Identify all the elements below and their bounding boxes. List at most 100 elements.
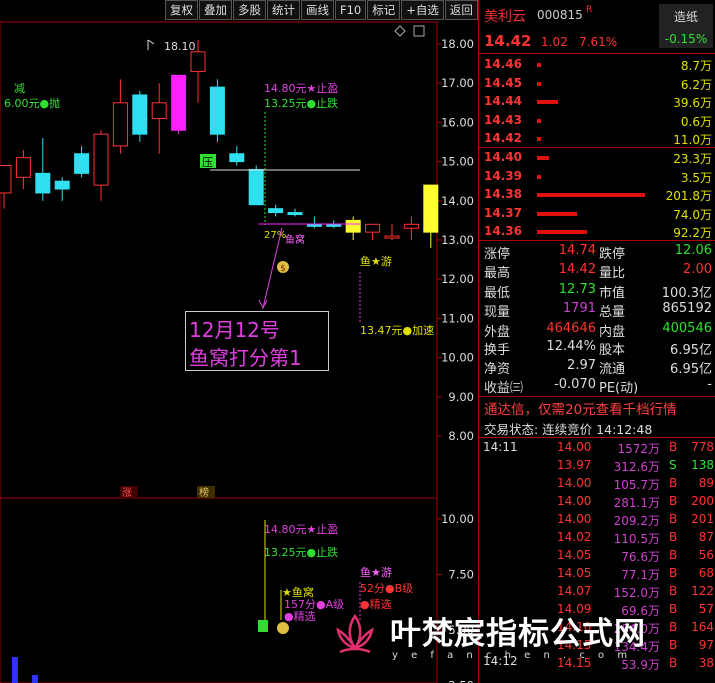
toolbar-button-7[interactable]: +自选 <box>401 0 444 20</box>
bids-row[interactable]: 14.36 92.2万 <box>479 223 715 241</box>
sector-button[interactable]: 造纸 -0.15% <box>659 4 713 48</box>
ob-price: 14.45 <box>484 75 522 90</box>
stat-cell: PE(动) <box>599 381 639 396</box>
candle-body <box>132 94 148 135</box>
ob-volume-bar <box>537 137 541 142</box>
peak-label: 18.10 <box>164 40 196 53</box>
tick-row: 14.05 77.1万 B 68 <box>479 566 715 584</box>
rank-tag: 榜 <box>199 486 209 499</box>
lower-stop-loss: 13.25元●止跌 <box>264 545 338 559</box>
stat-cell: 14.42 <box>558 262 596 278</box>
bids-row[interactable]: 14.40 23.3万 <box>479 149 715 167</box>
asks-row[interactable]: 14.42 11.0万 <box>479 130 715 148</box>
price-axis-label: 13.00 <box>441 233 474 247</box>
asks-row[interactable]: 14.43 0.6万 <box>479 112 715 130</box>
stat-cell: -0.070 <box>554 377 596 392</box>
stat-row: 最低 12.73 市值 100.3亿 <box>479 282 715 301</box>
tick-cell: 1572万 <box>617 442 660 456</box>
price-change-pct: 7.61% <box>579 35 618 49</box>
reduce-label: 减 <box>14 82 25 95</box>
ob-volume: 23.3万 <box>673 152 712 166</box>
ob-volume: 74.0万 <box>673 207 712 222</box>
tick-cell: 14.07 <box>557 584 592 598</box>
sector-pct: -0.15% <box>664 32 708 46</box>
candle-body <box>248 168 264 206</box>
candle-body <box>287 212 303 216</box>
stat-cell: 1791 <box>562 301 596 317</box>
tick-row: 14.02 110.5万 B 87 <box>479 530 715 548</box>
toolbar-button-1[interactable]: 叠加 <box>199 0 232 20</box>
candle-body <box>0 165 12 194</box>
tick-cell: B <box>669 530 678 544</box>
toolbar-button-0[interactable]: 复权 <box>165 0 198 20</box>
tick-cell: 281.1万 <box>613 496 660 510</box>
tick-cell: 68 <box>698 566 714 580</box>
lower-green-bar <box>258 620 268 632</box>
stock-name[interactable]: 美利云 <box>484 6 526 26</box>
toolbar-button-4[interactable]: 画线 <box>301 0 334 20</box>
stat-cell: 464646 <box>546 320 596 336</box>
stat-cell: 100.3亿 <box>661 285 712 301</box>
price-change: 1.02 <box>541 35 568 49</box>
ob-volume: 11.0万 <box>673 133 712 148</box>
toolbar-button-8[interactable]: 返回 <box>444 0 478 20</box>
ob-volume: 6.2万 <box>680 77 712 92</box>
tick-cell: B <box>669 440 678 454</box>
ob-volume-bar <box>537 100 558 105</box>
price-axis-label: 9.00 <box>448 390 474 404</box>
ob-volume: 39.6万 <box>673 96 712 111</box>
price-axis-label: 11.00 <box>441 311 474 325</box>
toolbar-button-2[interactable]: 多股 <box>233 0 266 20</box>
last-price: 14.42 <box>484 32 532 50</box>
ob-volume-bar <box>537 63 541 67</box>
peak-marker <box>147 39 155 50</box>
ob-price: 14.46 <box>484 57 522 71</box>
tick-row: 13.97 312.6万 S 138 <box>479 458 715 476</box>
tick-cell: 138 <box>691 458 714 472</box>
stat-cell: 流通 <box>599 362 626 377</box>
promo-banner[interactable]: 通达信，仅需20元查看千档行情 <box>484 398 677 418</box>
stock-code: 000815 <box>537 8 583 22</box>
pressure-label: 压 <box>202 156 213 169</box>
ob-volume-bar <box>537 118 541 123</box>
asks-row[interactable]: 14.46 8.7万 <box>479 56 715 74</box>
sector-name: 造纸 <box>673 10 698 24</box>
ob-price: 14.43 <box>484 112 522 127</box>
bids-row[interactable]: 14.37 74.0万 <box>479 205 715 223</box>
stat-cell: 换手 <box>484 343 511 358</box>
ob-price: 14.40 <box>484 150 522 164</box>
stat-cell: 内盘 <box>599 324 626 340</box>
ob-volume-bar <box>537 230 587 235</box>
candle-body <box>229 153 245 163</box>
stat-cell: 14.74 <box>558 243 596 258</box>
ob-price: 14.38 <box>484 187 522 202</box>
asks-row[interactable]: 14.44 39.6万 <box>479 93 715 111</box>
candle-body <box>112 102 128 147</box>
bids-row[interactable]: 14.39 3.5万 <box>479 168 715 186</box>
indicator-axis-label: 10.00 <box>441 512 474 526</box>
tick-cell: 14.00 <box>557 476 592 490</box>
ob-volume: 92.2万 <box>673 226 712 241</box>
tick-cell: 105.7万 <box>613 478 660 492</box>
tick-cell: 312.6万 <box>613 460 660 474</box>
stat-cell: 市值 <box>599 285 626 301</box>
toolbar-button-6[interactable]: 标记 <box>367 0 401 20</box>
tick-cell: B <box>669 476 678 490</box>
bids-row[interactable]: 14.38 201.8万 <box>479 186 715 204</box>
tick-cell: 14.05 <box>557 566 592 580</box>
toolbar-button-5[interactable]: F10 <box>335 0 367 20</box>
quote-panel: 美利云 000815 R 14.42 1.02 7.61% 造纸 -0.15% … <box>478 0 715 683</box>
tick-cell: 87 <box>698 530 714 544</box>
stat-cell: - <box>707 377 712 392</box>
asks-row[interactable]: 14.45 6.2万 <box>479 75 715 93</box>
price-axis-label: 16.00 <box>441 115 474 129</box>
stat-cell: 收益㈢ <box>484 381 524 396</box>
stop-profit-label: 14.80元★止盈 <box>264 82 338 95</box>
tick-cell: B <box>669 584 678 598</box>
ob-price: 14.42 <box>484 131 522 146</box>
tick-cell: S <box>669 458 677 472</box>
divider <box>479 53 715 54</box>
toolbar-button-3[interactable]: 统计 <box>267 0 300 20</box>
stat-cell: 量比 <box>599 266 626 282</box>
stop-loss-label: 13.25元●止跌 <box>264 96 338 110</box>
